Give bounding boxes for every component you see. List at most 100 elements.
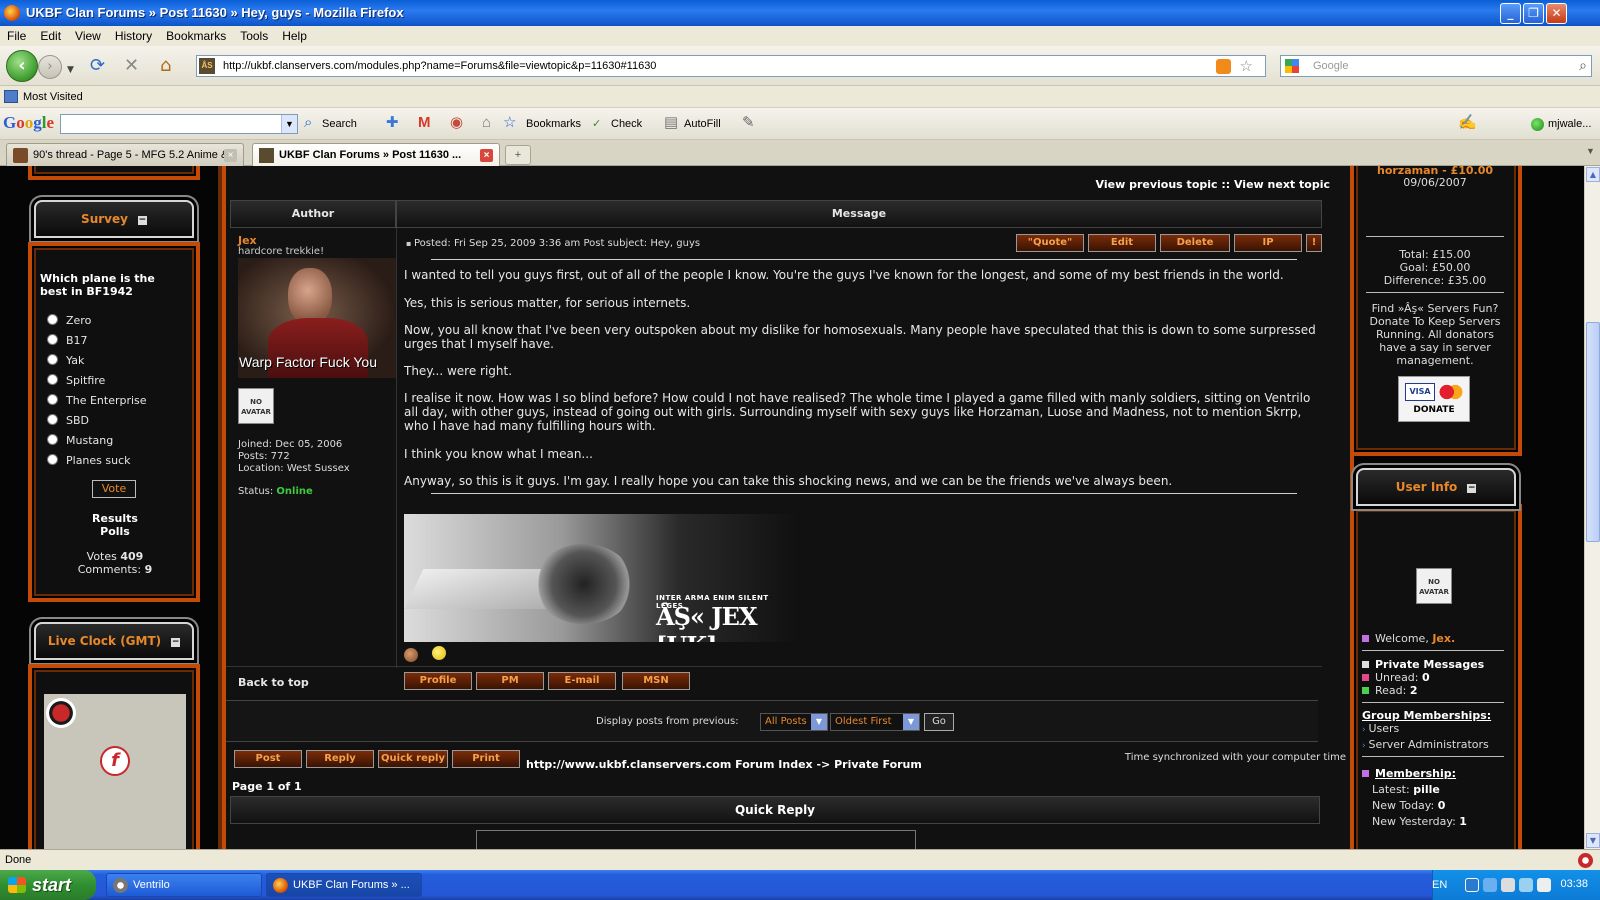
breadcrumb[interactable]: http://www.ukbf.clanservers.com Forum In… [526, 758, 922, 771]
edit-button[interactable]: Edit [1088, 234, 1156, 252]
group-users[interactable]: › Users [1362, 722, 1399, 735]
survey-option-yak[interactable]: Yak [47, 354, 84, 367]
posts-range-select[interactable]: All Posts ▼ [760, 713, 828, 731]
msn-button[interactable]: MSN [622, 672, 690, 690]
back-to-top-link[interactable]: Back to top [238, 676, 309, 689]
pencil-icon[interactable]: ✎ [742, 115, 755, 130]
maximize-button[interactable]: ❐ [1523, 3, 1544, 24]
google-toolbar-search-input[interactable]: ▼ [60, 114, 298, 134]
collapse-icon[interactable]: − [171, 638, 181, 647]
private-messages-link[interactable]: Private Messages [1362, 658, 1484, 671]
forward-button[interactable]: › [38, 55, 62, 79]
survey-option-enterprise[interactable]: The Enterprise [47, 394, 147, 407]
quote-button[interactable]: "Quote" [1016, 234, 1084, 252]
menu-help[interactable]: Help [275, 26, 314, 46]
chevron-down-icon[interactable]: ▼ [903, 714, 919, 730]
bookmark-star-icon[interactable]: ☆ [1240, 57, 1253, 75]
google-search-engine-icon[interactable] [1285, 59, 1299, 73]
sidewiki-icon[interactable]: ⌂ [482, 115, 491, 130]
ip-button[interactable]: IP [1234, 234, 1302, 252]
survey-option-planes-suck[interactable]: Planes suck [47, 454, 131, 467]
menu-file[interactable]: File [0, 26, 33, 46]
radio-button[interactable] [47, 394, 58, 405]
print-button[interactable]: Print [452, 750, 520, 768]
gmail-icon[interactable]: M [418, 115, 431, 130]
stop-icon[interactable]: ✕ [124, 57, 139, 75]
collapse-icon[interactable]: − [137, 216, 147, 225]
menu-history[interactable]: History [108, 26, 159, 46]
survey-option-mustang[interactable]: Mustang [47, 434, 113, 447]
google-check-button[interactable]: Check [611, 118, 642, 130]
tab-close-icon[interactable]: × [224, 149, 237, 162]
google-search-icon[interactable]: ⌕ [304, 115, 312, 130]
reply-button[interactable]: Reply [306, 750, 374, 768]
address-bar[interactable]: ÂS http://ukbf.clanservers.com/modules.p… [196, 55, 1266, 77]
address-url[interactable]: http://ukbf.clanservers.com/modules.php?… [223, 60, 656, 72]
rss-feed-icon[interactable] [1216, 59, 1231, 74]
quick-reply-textarea[interactable] [476, 830, 916, 849]
tab-90s-thread[interactable]: 90's thread - Page 5 - MFG 5.2 Anime &..… [6, 143, 244, 166]
scrollbar-thumb[interactable] [1586, 322, 1600, 542]
tray-display-icon[interactable] [1537, 878, 1551, 892]
taskbar-item-ventrilo[interactable]: Ventrilo [106, 873, 262, 897]
survey-option-sbd[interactable]: SBD [47, 414, 89, 427]
reload-icon[interactable]: ⟳ [90, 57, 105, 75]
menu-tools[interactable]: Tools [233, 26, 275, 46]
topic-navigation[interactable]: View previous topic :: View next topic [1096, 178, 1330, 191]
back-button[interactable]: ‹ [6, 50, 38, 82]
collapse-icon[interactable]: − [1467, 484, 1477, 493]
tab-list-chevron-icon[interactable]: ▼ [1586, 146, 1595, 156]
google-autofill-button[interactable]: AutoFill [684, 118, 721, 130]
search-icon[interactable]: ⌕ [1579, 57, 1587, 74]
go-button[interactable]: Go [924, 713, 954, 731]
report-button[interactable]: ! [1306, 234, 1322, 252]
survey-option-zero[interactable]: Zero [47, 314, 91, 327]
plus-icon[interactable]: ✚ [386, 115, 399, 130]
language-indicator[interactable]: EN [1432, 879, 1447, 891]
wrench-icon[interactable]: ✍ [1458, 115, 1477, 130]
tab-ukbf-forums[interactable]: UKBF Clan Forums » Post 11630 ... × [252, 143, 500, 167]
bookmarks-star-icon[interactable]: ☆ [503, 115, 516, 130]
menu-view[interactable]: View [68, 26, 108, 46]
sort-order-select[interactable]: Oldest First ▼ [830, 713, 920, 731]
history-dropdown-icon[interactable]: ▼ [67, 61, 74, 79]
survey-option-spitfire[interactable]: Spitfire [47, 374, 105, 387]
vote-button[interactable]: Vote [92, 480, 136, 498]
shockwave-status-icon[interactable] [1578, 853, 1593, 868]
delete-button[interactable]: Delete [1160, 234, 1230, 252]
quick-reply-button[interactable]: Quick reply [378, 750, 448, 768]
menu-bookmarks[interactable]: Bookmarks [159, 26, 233, 46]
survey-results-link[interactable]: Results [40, 512, 190, 525]
spellcheck-icon[interactable]: ✓ [592, 117, 601, 132]
google-bookmarks-button[interactable]: Bookmarks [526, 118, 581, 130]
radio-button[interactable] [47, 414, 58, 425]
tray-network-icon[interactable] [1483, 878, 1497, 892]
tab-close-icon[interactable]: × [480, 149, 493, 162]
menu-edit[interactable]: Edit [33, 26, 68, 46]
donate-button[interactable]: VISA DONATE [1398, 376, 1470, 422]
radio-button[interactable] [47, 334, 58, 345]
search-box[interactable]: Google ⌕ [1280, 55, 1592, 77]
page-scrollbar[interactable]: ▲ ▼ [1584, 166, 1600, 849]
home-icon[interactable]: ⌂ [160, 57, 171, 75]
email-button[interactable]: E-mail [548, 672, 616, 690]
tray-speaker-icon[interactable] [1501, 878, 1515, 892]
most-visited-link[interactable]: Most Visited [23, 91, 83, 103]
google-search-button[interactable]: Search [322, 118, 357, 130]
radio-button[interactable] [47, 314, 58, 325]
tray-help-icon[interactable] [1465, 878, 1479, 892]
radio-button[interactable] [47, 454, 58, 465]
google-account-user[interactable]: mjwale... [1548, 118, 1591, 130]
chevron-down-icon[interactable]: ▼ [281, 115, 297, 133]
tray-security-icon[interactable] [1519, 878, 1533, 892]
chevron-down-icon[interactable]: ▼ [811, 714, 827, 730]
close-button[interactable]: ✕ [1546, 3, 1567, 24]
profile-button[interactable]: Profile [404, 672, 472, 690]
new-tab-button[interactable]: + [505, 145, 531, 165]
radio-button[interactable] [47, 374, 58, 385]
group-server-administrators[interactable]: › Server Administrators [1362, 738, 1489, 751]
radio-button[interactable] [47, 434, 58, 445]
taskbar-item-firefox[interactable]: UKBF Clan Forums » ... [266, 873, 422, 897]
pm-button[interactable]: PM [476, 672, 544, 690]
share-icon[interactable]: ◉ [450, 115, 463, 130]
